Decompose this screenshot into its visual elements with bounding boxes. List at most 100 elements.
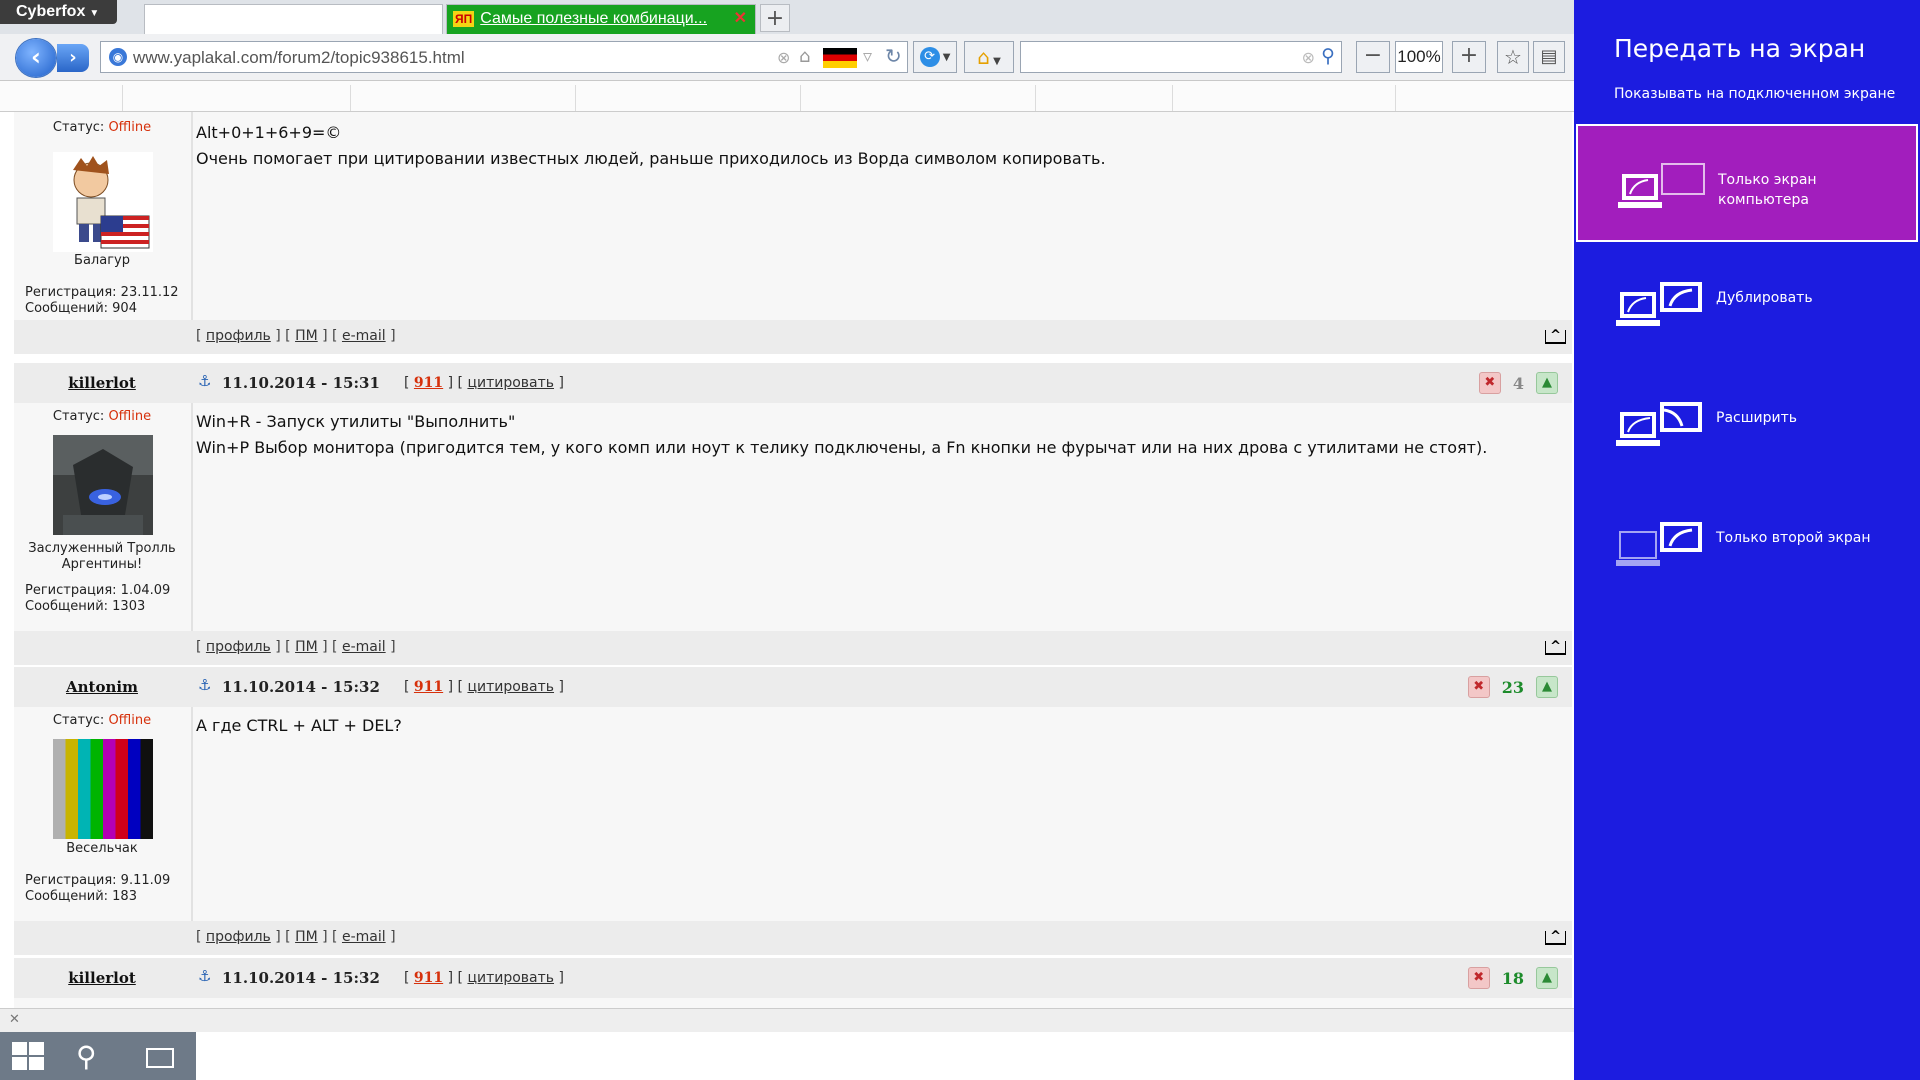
post-footer: [ профиль ] [ ПМ ] [ e-mail ] ^: [14, 921, 1572, 955]
duplicate-icon: [1616, 282, 1702, 326]
user-rank: Балагур: [74, 253, 130, 268]
registration-date: Регистрация: 9.11.09: [25, 873, 171, 888]
cartoon-boy-flag-avatar: [53, 152, 153, 252]
option-extend[interactable]: Расширить: [1576, 364, 1918, 482]
option-label: Только второй экран: [1716, 530, 1871, 546]
rating-score: 23: [1501, 677, 1524, 697]
status-value: Offline: [108, 120, 152, 135]
chevron-down-icon: ▼: [989, 56, 1001, 67]
post-author-link[interactable]: killerlot: [14, 374, 190, 392]
start-button[interactable]: [12, 1042, 46, 1072]
post-body: [14, 998, 1572, 1008]
windows-logo-icon: [29, 1042, 44, 1055]
bookmark-separator: [122, 85, 123, 111]
sync-button[interactable]: ⟳ ▼: [913, 41, 957, 73]
dropdown-arrow-icon[interactable]: ▿: [863, 46, 872, 67]
post-number-link[interactable]: 911: [414, 970, 443, 986]
app-menu-button[interactable]: Cyberfox ▼: [0, 0, 117, 24]
clear-url-icon[interactable]: ⊗: [777, 48, 790, 67]
search-input[interactable]: ⊗ ⚲: [1020, 41, 1342, 73]
zoom-out-button[interactable]: −: [1356, 41, 1390, 73]
post-footer: [ профиль ] [ ПМ ] [ e-mail ] ^: [14, 320, 1572, 354]
tab-bar: Cyberfox ▼ ЯП Самые полезные комбинаци... …: [0, 0, 1574, 34]
anchor-icon[interactable]: ⚓: [198, 372, 211, 390]
post-date: 11.10.2014 - 15:32: [222, 678, 380, 696]
message-count: Сообщений: 904: [25, 301, 137, 316]
anchor-icon[interactable]: ⚓: [198, 967, 211, 985]
task-view-icon[interactable]: [146, 1048, 174, 1068]
post-actions: [ 911 ] [ цитировать ]: [404, 970, 564, 986]
zoom-level[interactable]: 100%: [1395, 41, 1443, 73]
thumb-up-icon[interactable]: ▲: [1536, 372, 1558, 394]
post-number-link[interactable]: 911: [414, 375, 443, 391]
quote-link[interactable]: цитировать: [467, 970, 554, 986]
browser-window: Cyberfox ▼ ЯП Самые полезные комбинаци... …: [0, 0, 1574, 1080]
thumb-up-icon[interactable]: ▲: [1536, 967, 1558, 989]
quote-link[interactable]: цитировать: [467, 679, 554, 695]
thumb-down-icon[interactable]: ✖: [1467, 676, 1490, 698]
profile-link[interactable]: профиль: [206, 929, 271, 945]
forward-button[interactable]: ›: [57, 44, 89, 72]
windows-logo-icon: [12, 1057, 27, 1070]
tab-active[interactable]: ЯП Самые полезные комбинаци... ✕: [446, 4, 756, 34]
post-number-link[interactable]: 911: [414, 679, 443, 695]
thumb-down-icon[interactable]: ✖: [1478, 372, 1501, 394]
new-tab-button[interactable]: +: [760, 4, 790, 32]
option-duplicate[interactable]: Дублировать: [1576, 244, 1918, 362]
url-text[interactable]: www.yaplakal.com/forum2/topic938615.html: [133, 48, 465, 68]
user-status: Статус: Offline: [14, 713, 190, 728]
close-icon[interactable]: ✕: [9, 1012, 20, 1027]
thumb-up-icon[interactable]: ▲: [1536, 676, 1558, 698]
post-header: Antonim ⚓ 11.10.2014 - 15:32 [ 911 ] [ ц…: [14, 667, 1572, 707]
pm-link[interactable]: ПМ: [295, 328, 318, 344]
search-icon[interactable]: ⚲: [1321, 45, 1335, 67]
email-link[interactable]: e-mail: [342, 929, 386, 945]
option-second-screen-only[interactable]: Только второй экран: [1576, 484, 1918, 602]
forum-page: Статус: Offline Балагур Регистрация: 23.…: [0, 112, 1574, 1008]
forum-post: Статус: Offline Балагур Регистрация: 23.…: [14, 112, 1572, 354]
user-status: Статус: Offline: [14, 120, 190, 135]
quote-link[interactable]: цитировать: [467, 375, 554, 391]
pm-link[interactable]: ПМ: [295, 929, 318, 945]
scroll-top-button[interactable]: ^: [1545, 640, 1566, 655]
back-button[interactable]: ‹: [16, 39, 56, 77]
address-bar[interactable]: ◉ www.yaplakal.com/forum2/topic938615.ht…: [100, 41, 908, 73]
zoom-in-button[interactable]: +: [1452, 41, 1486, 73]
scroll-top-button[interactable]: ^: [1545, 329, 1566, 344]
bookmark-separator: [1172, 85, 1173, 111]
email-link[interactable]: e-mail: [342, 639, 386, 655]
anchor-icon[interactable]: ⚓: [198, 676, 211, 694]
post-body: Статус: Offline Балагур Регистрация: 23.…: [14, 112, 1572, 320]
reload-icon[interactable]: ↻: [885, 44, 902, 68]
post-author-link[interactable]: killerlot: [14, 969, 190, 987]
post-author-link[interactable]: Antonim: [14, 678, 190, 696]
close-tab-icon[interactable]: ✕: [734, 5, 747, 33]
profile-link[interactable]: профиль: [206, 639, 271, 655]
status-value: Offline: [108, 409, 152, 424]
pm-link[interactable]: ПМ: [295, 639, 318, 655]
option-pc-screen-only[interactable]: Только экран компьютера: [1576, 124, 1918, 242]
search-icon[interactable]: ⚲: [76, 1040, 97, 1073]
email-link[interactable]: e-mail: [342, 328, 386, 344]
profile-link[interactable]: профиль: [206, 328, 271, 344]
second-screen-only-icon: [1616, 522, 1702, 566]
project-panel: Передать на экран Показывать на подключе…: [1574, 0, 1920, 1080]
post-links: [ профиль ] [ ПМ ] [ e-mail ]: [196, 328, 396, 344]
message-line: Очень помогает при цитировании известных…: [196, 149, 1106, 168]
status-label: Статус:: [52, 713, 105, 728]
home-small-icon[interactable]: ⌂: [799, 46, 810, 67]
clear-search-icon[interactable]: ⊗: [1302, 48, 1315, 67]
bookmarks-list-icon[interactable]: ▤: [1533, 41, 1565, 73]
german-flag-icon: [823, 48, 857, 68]
scroll-top-button[interactable]: ^: [1545, 930, 1566, 945]
bookmark-star-icon[interactable]: ☆: [1497, 41, 1529, 73]
taskbar: ⚲: [0, 1032, 1574, 1080]
tab-blank[interactable]: [144, 4, 443, 34]
post-rating: ✖ 4 ▲: [1478, 372, 1558, 396]
taskbar-buttons: ⚲: [0, 1032, 196, 1080]
home-button[interactable]: ⌂ ▼: [964, 41, 1014, 73]
post-links: [ профиль ] [ ПМ ] [ e-mail ]: [196, 929, 396, 945]
thumb-down-icon[interactable]: ✖: [1467, 967, 1490, 989]
panel-subtitle: Показывать на подключенном экране: [1614, 86, 1896, 102]
app-name: Cyberfox: [16, 3, 86, 20]
